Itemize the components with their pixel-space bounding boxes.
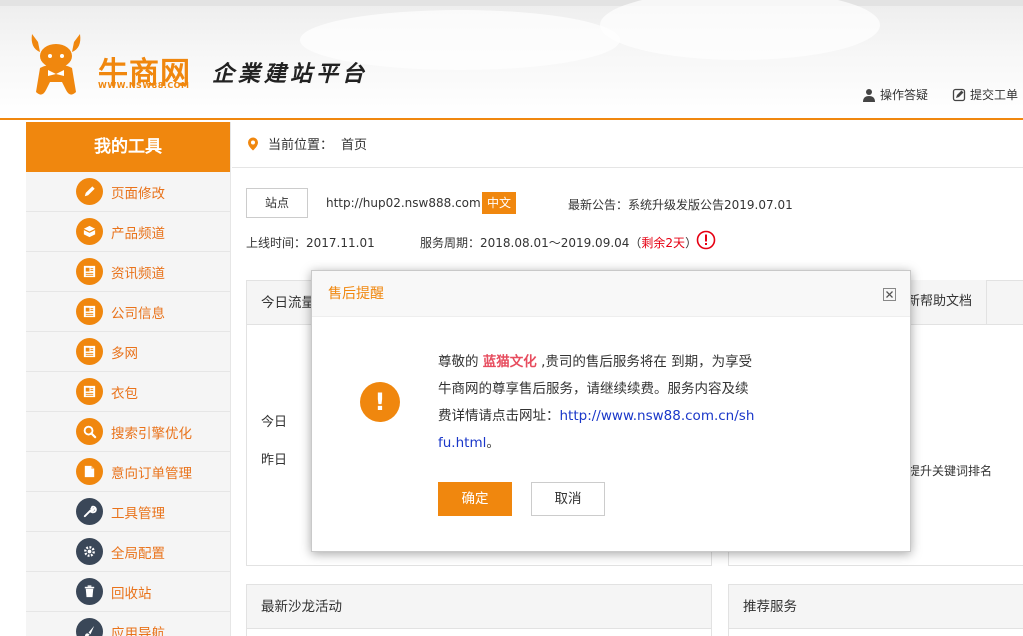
bull-logo-icon[interactable]: [26, 30, 86, 100]
trash-icon: [76, 578, 103, 605]
sidebar-item-label: 页面修改: [111, 185, 165, 202]
sidebar-item-tools[interactable]: 工具管理: [26, 492, 230, 532]
site-button[interactable]: 站点: [246, 188, 308, 218]
sidebar-item-package[interactable]: 衣包: [26, 372, 230, 412]
recommend-panel: 推荐服务: [728, 584, 1023, 636]
edit-icon: [952, 88, 966, 101]
company-name: 蓝猫文化: [482, 354, 537, 370]
after-sales-dialog: 售后提醒 ! 尊敬的 蓝猫文化 ,贵司的售后服务将在 到期，为享受牛商网的尊享售…: [311, 270, 911, 552]
keyword-rank-text: 提升关键词排名: [908, 464, 993, 478]
message-greeting: 尊敬的: [438, 354, 483, 370]
news-icon: [76, 298, 103, 325]
news-icon: [76, 378, 103, 405]
sidebar-item-company-info[interactable]: 公司信息: [26, 292, 230, 332]
brand-url: WWW.NSW88.COM: [98, 81, 190, 90]
close-icon: [886, 291, 893, 298]
faq-link-label: 操作答疑: [880, 88, 929, 102]
slogan: 企業建站平台: [212, 61, 369, 87]
sidebar-item-label: 全局配置: [111, 545, 165, 562]
dialog-message: 尊敬的 蓝猫文化 ,贵司的售后服务将在 到期，为享受牛商网的尊享售后服务，请继续…: [438, 349, 758, 457]
sidebar-item-label: 意向订单管理: [111, 465, 192, 482]
header-cloud: [600, 0, 880, 60]
box-icon: [76, 218, 103, 245]
brush-icon: [76, 618, 103, 636]
sidebar-item-label: 回收站: [111, 585, 152, 602]
recommend-panel-title: 推荐服务: [729, 585, 1023, 629]
sidebar-item-app-nav[interactable]: 应用导航: [26, 612, 230, 636]
sidebar-item-label: 衣包: [111, 385, 138, 402]
news-icon: [76, 258, 103, 285]
cancel-button[interactable]: 取消: [531, 482, 605, 516]
wrench-icon: [76, 498, 103, 525]
sidebar-item-label: 工具管理: [111, 505, 165, 522]
pencil-icon: [76, 178, 103, 205]
header: 牛商网 WWW.NSW88.COM 企業建站平台 操作答疑 提交工单: [0, 0, 1023, 120]
faq-link[interactable]: 操作答疑: [862, 86, 928, 103]
latest-notice[interactable]: 最新公告：系统升级发版公告2019.07.01: [568, 196, 793, 213]
sidebar: 我的工具 页面修改 产品频道 资讯频道 公司信息 多网 衣包 搜索引擎优化 意向…: [26, 122, 231, 636]
sidebar-item-seo[interactable]: 搜索引擎优化: [26, 412, 230, 452]
location-pin-icon: [248, 137, 258, 150]
message-end: 。: [486, 435, 500, 451]
sidebar-item-label: 搜索引擎优化: [111, 425, 192, 442]
site-url[interactable]: http://hup02.nsw888.com: [326, 196, 481, 210]
language-badge[interactable]: 中文: [482, 192, 517, 214]
document-icon: [76, 458, 103, 485]
sidebar-item-label: 多网: [111, 345, 138, 362]
sidebar-item-multi-site[interactable]: 多网: [26, 332, 230, 372]
search-icon: [76, 418, 103, 445]
breadcrumb-current[interactable]: 首页: [341, 134, 367, 153]
sidebar-item-orders[interactable]: 意向订单管理: [26, 452, 230, 492]
dialog-title: 售后提醒: [328, 286, 384, 302]
submit-ticket-link[interactable]: 提交工单: [952, 86, 1018, 103]
sidebar-item-global-config[interactable]: 全局配置: [26, 532, 230, 572]
traffic-today-label: 今日: [261, 415, 288, 430]
service-remaining: 剩余2天: [641, 236, 686, 250]
news-icon: [76, 338, 103, 365]
warning-icon[interactable]: [696, 230, 716, 250]
divider: [232, 167, 1023, 168]
user-icon: [863, 88, 875, 102]
sidebar-item-label: 产品频道: [111, 225, 165, 242]
confirm-button[interactable]: 确定: [438, 482, 512, 516]
dialog-header: 售后提醒: [312, 271, 910, 317]
sidebar-item-label: 资讯频道: [111, 265, 165, 282]
submit-ticket-label: 提交工单: [970, 88, 1019, 102]
gear-icon: [76, 538, 103, 565]
sidebar-title: 我的工具: [26, 122, 230, 172]
traffic-yesterday-label: 昨日: [261, 453, 288, 468]
sidebar-item-page-edit[interactable]: 页面修改: [26, 172, 230, 212]
online-time: 上线时间：2017.11.01: [246, 236, 375, 250]
sidebar-item-news[interactable]: 资讯频道: [26, 252, 230, 292]
breadcrumb: 当前位置： 首页: [246, 134, 367, 153]
salon-panel: 最新沙龙活动: [246, 584, 712, 636]
sidebar-item-recycle-bin[interactable]: 回收站: [26, 572, 230, 612]
sidebar-item-label: 应用导航: [111, 625, 165, 636]
sidebar-item-label: 公司信息: [111, 305, 165, 322]
breadcrumb-label: 当前位置：: [268, 138, 334, 153]
salon-panel-title: 最新沙龙活动: [247, 585, 711, 629]
close-button[interactable]: [883, 288, 896, 301]
service-period: 服务周期：2018.08.01～2019.09.04（剩余2天）: [420, 234, 697, 251]
service-period-text: 服务周期：2018.08.01～2019.09.04（: [420, 236, 642, 250]
exclamation-icon: !: [360, 382, 400, 422]
sidebar-item-products[interactable]: 产品频道: [26, 212, 230, 252]
